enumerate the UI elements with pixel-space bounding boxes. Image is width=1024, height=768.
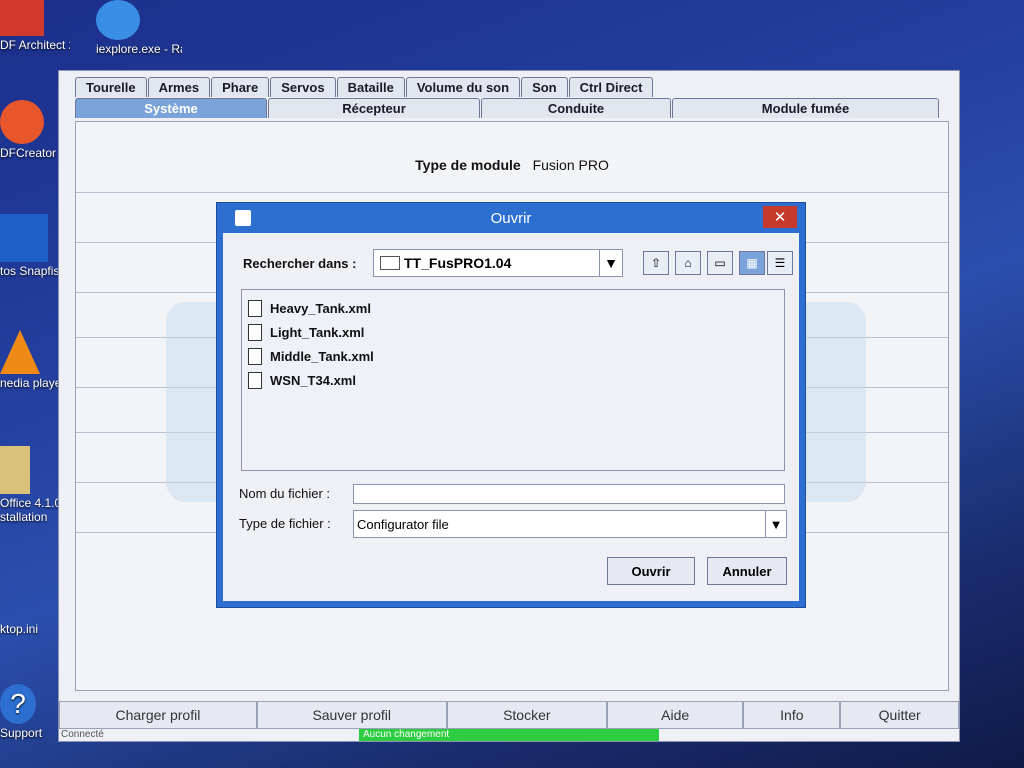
dialog-title: Ouvrir [490,209,532,227]
file-icon [248,299,262,317]
folder-icon [0,446,30,494]
filetype-value: Configurator file [357,516,449,532]
tab-son[interactable]: Son [521,77,568,97]
new-folder-button[interactable]: ▭ [707,251,733,275]
tab-ctrl-direct[interactable]: Ctrl Direct [568,77,654,97]
tab-armes[interactable]: Armes [147,77,211,97]
open-file-dialog: Ouvrir ✕ Rechercher dans : TT_FusPRO1.04… [216,202,806,608]
internet-explorer-icon [96,0,140,40]
file-icon [248,347,262,365]
list-item[interactable]: WSN_T34.xml [242,368,784,392]
tab-volume-du-son[interactable]: Volume du son [405,77,521,97]
divider [76,192,948,193]
tab-module-fumee[interactable]: Module fumée [672,98,939,118]
chevron-down-icon[interactable]: ▼ [765,511,786,537]
dialog-titlebar[interactable]: Ouvrir ✕ [217,203,805,233]
load-profile-button[interactable]: Charger profil [59,701,257,729]
status-bar: Connecté Aucun changement [59,729,959,741]
open-button[interactable]: Ouvrir [607,557,695,585]
tab-phare[interactable]: Phare [211,77,270,97]
connection-status: Connecté [61,729,104,740]
list-view-button[interactable]: ▦ [739,251,765,275]
pdf-icon [0,0,44,36]
filetype-combobox[interactable]: Configurator file ▼ [353,510,787,538]
chevron-down-icon[interactable]: ▼ [599,250,622,276]
quit-button[interactable]: Quitter [840,701,960,729]
file-name: Heavy_Tank.xml [270,300,371,316]
desktop-icon-iexplore[interactable]: iexplore.exe - Raccourci [96,0,182,56]
folder-icon [380,256,400,270]
file-list: Heavy_Tank.xml Light_Tank.xml Middle_Tan… [241,289,785,471]
store-button[interactable]: Stocker [446,701,607,729]
list-item[interactable]: Middle_Tank.xml [242,344,784,368]
save-profile-button[interactable]: Sauver profil [256,701,447,729]
details-view-icon: ☰ [774,256,786,270]
look-in-label: Rechercher dans : [243,256,357,271]
up-folder-button[interactable]: ⇧ [643,251,669,275]
list-item[interactable]: Light_Tank.xml [242,320,784,344]
help-icon: ? [0,684,36,724]
info-button[interactable]: Info [743,701,841,729]
module-type-row: Type de module Fusion PRO [76,157,948,173]
tab-servos[interactable]: Servos [270,77,336,97]
close-icon: ✕ [773,209,787,226]
new-folder-icon: ▭ [714,256,726,270]
filename-input[interactable] [353,484,785,504]
list-item[interactable]: Heavy_Tank.xml [242,296,784,320]
tab-bataille[interactable]: Bataille [336,77,405,97]
vlc-icon [0,330,40,374]
look-in-combobox[interactable]: TT_FusPRO1.04 ▼ [373,249,623,277]
pdfcreator-icon [0,100,44,144]
desktop-icon-pdf[interactable]: DF Architect 2 [0,0,70,52]
up-folder-icon: ⇧ [650,256,662,270]
home-icon: ⌂ [684,256,692,270]
dialog-body: Rechercher dans : TT_FusPRO1.04 ▼ ⇧ ⌂ ▭ … [223,233,799,601]
tabs-row-top: Tourelle Armes Phare Servos Bataille Vol… [75,77,654,97]
java-icon [235,210,251,226]
tab-recepteur[interactable]: Récepteur [268,98,480,118]
file-icon [0,604,48,620]
file-icon [248,371,262,389]
help-button[interactable]: Aide [606,701,744,729]
file-icon [248,323,262,341]
close-button[interactable]: ✕ [763,206,797,228]
filename-label: Nom du fichier : [239,486,331,501]
look-in-value: TT_FusPRO1.04 [404,255,512,271]
home-button[interactable]: ⌂ [675,251,701,275]
snapfish-icon [0,214,48,262]
file-name: Light_Tank.xml [270,324,365,340]
tab-systeme[interactable]: Système [75,98,267,118]
list-view-icon: ▦ [746,256,758,270]
module-type-value: Fusion PRO [532,157,609,173]
filetype-label: Type de fichier : [239,516,331,531]
file-name: Middle_Tank.xml [270,348,374,364]
change-status: Aucun changement [359,729,659,741]
module-type-label: Type de module [415,157,521,173]
tab-tourelle[interactable]: Tourelle [75,77,147,97]
cancel-button[interactable]: Annuler [707,557,787,585]
file-name: WSN_T34.xml [270,372,356,388]
tabs-row-bottom: Système Récepteur Conduite Module fumée [75,98,940,118]
bottom-button-bar: Charger profil Sauver profil Stocker Aid… [59,701,960,729]
details-view-button[interactable]: ☰ [767,251,793,275]
tab-conduite[interactable]: Conduite [481,98,671,118]
